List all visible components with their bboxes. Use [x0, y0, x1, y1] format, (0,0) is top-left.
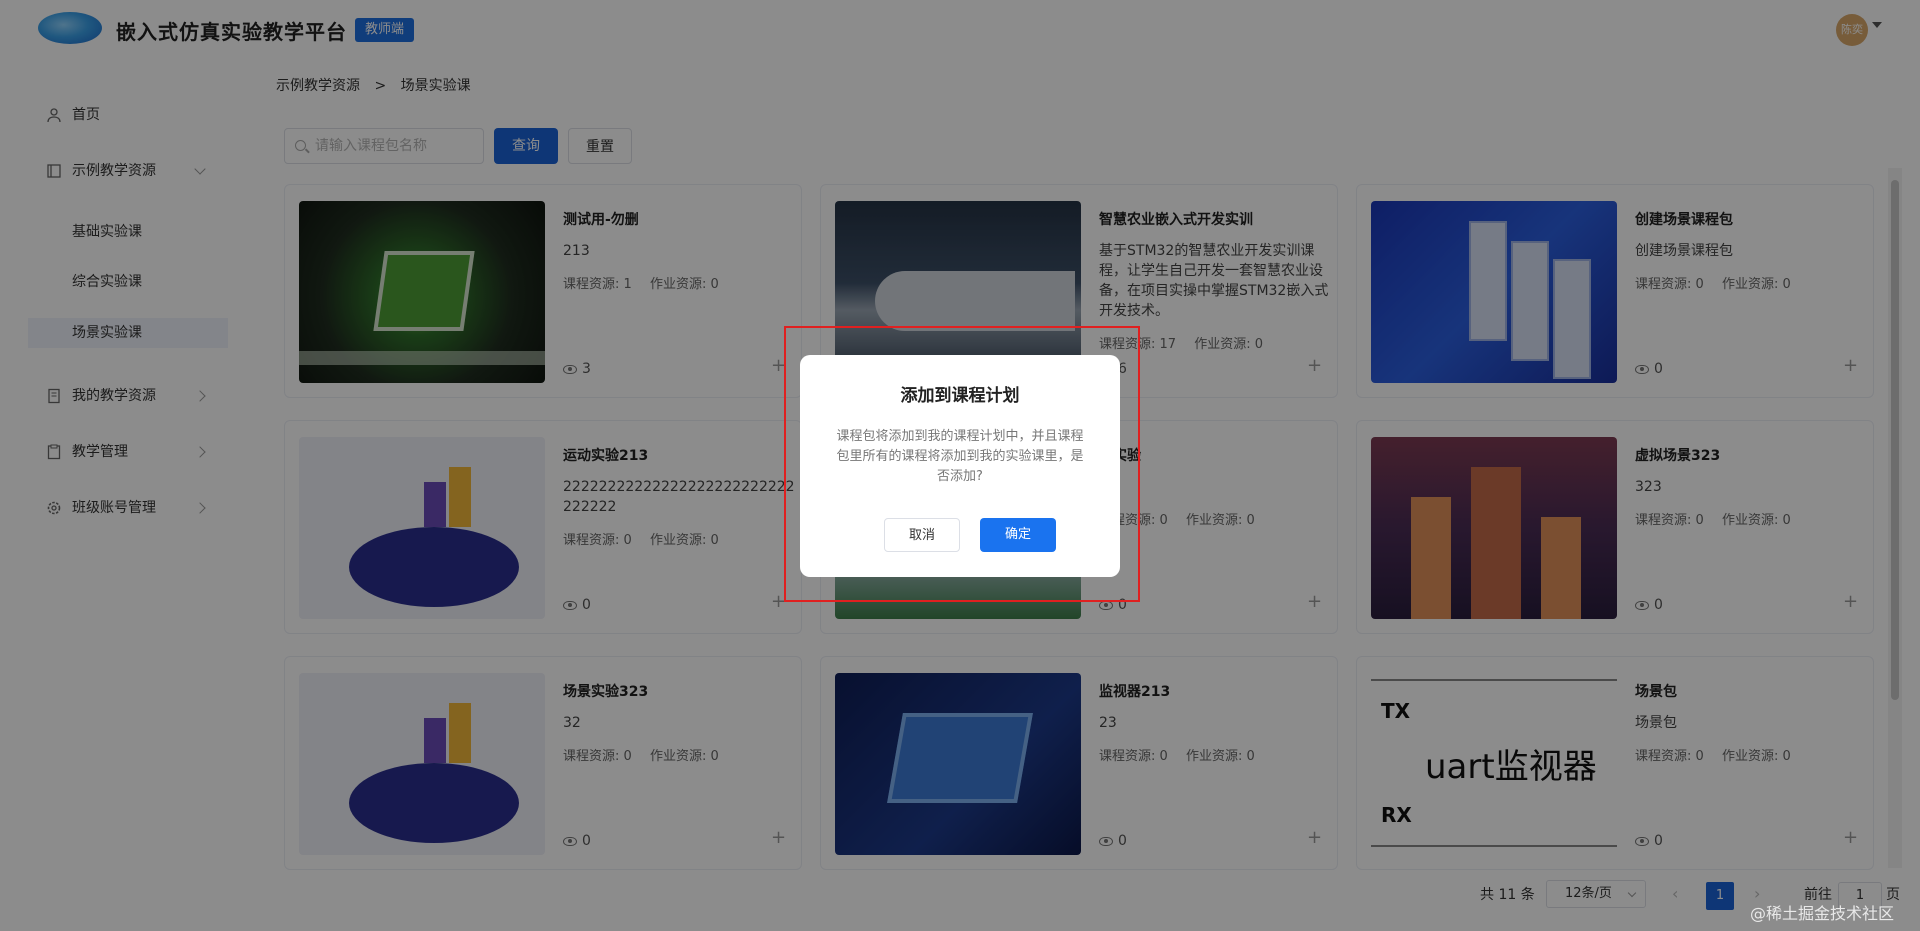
watermark: @稀土掘金技术社区: [1750, 904, 1895, 923]
highlight-box: [784, 326, 1140, 602]
